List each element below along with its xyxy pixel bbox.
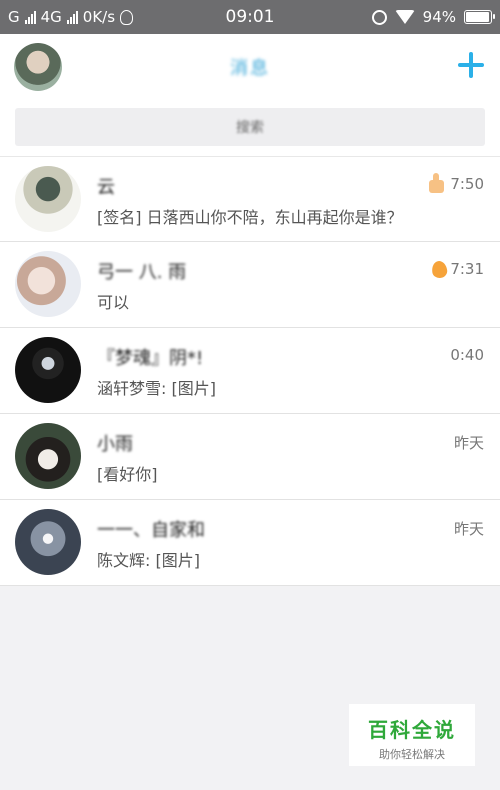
message-time: 昨天	[453, 434, 484, 452]
alarm-icon	[371, 9, 387, 25]
conversation-item[interactable]: 一一、自家和 陈文辉: [图片] 昨天	[0, 500, 500, 586]
message-time: 昨天	[453, 520, 484, 538]
flame-icon	[430, 258, 450, 280]
signal-icon-2	[66, 10, 78, 24]
conversation-item[interactable]: 云 [签名] 日落西山你不陪，东山再起你是谁？ 7:50	[0, 156, 500, 242]
last-message: 陈文辉: [图片]	[97, 551, 200, 570]
message-time: 0:40	[450, 346, 484, 364]
watermark: 百科全说 助你轻松解决	[349, 704, 475, 766]
message-time: 7:31	[450, 260, 484, 278]
avatar[interactable]	[15, 166, 81, 232]
carrier-2: 4G	[40, 8, 62, 26]
search-area: 搜索	[0, 98, 500, 156]
conversation-item[interactable]: 弓一 八. 雨 可以 7:31	[0, 242, 500, 328]
message-time: 7:50	[450, 175, 484, 193]
avatar[interactable]	[15, 509, 81, 575]
contact-name: 『梦魂』阴*!	[97, 348, 204, 369]
contact-name: 一一、自家和	[97, 520, 205, 541]
watermark-title: 百科全说	[368, 718, 456, 742]
thumbs-up-icon	[426, 173, 446, 195]
avatar[interactable]	[15, 337, 81, 403]
conversation-list: 云 [签名] 日落西山你不陪，东山再起你是谁？ 7:50 弓一 八. 雨 可以 …	[0, 156, 500, 586]
qq-icon	[120, 9, 134, 25]
avatar[interactable]	[15, 251, 81, 317]
net-speed: 0K/s	[82, 8, 116, 26]
last-message: 可以	[97, 293, 130, 312]
last-message: [看好你]	[97, 465, 158, 484]
wifi-icon	[394, 10, 415, 24]
page-title: 消息	[230, 58, 270, 79]
battery-percent: 94%	[422, 8, 456, 26]
status-bar: G 4G 0K/s 09:01 94%	[0, 0, 500, 34]
last-message: 涵轩梦雪: [图片]	[97, 379, 216, 398]
status-right: 94%	[371, 0, 495, 34]
signal-icon	[24, 10, 36, 24]
last-message: [签名] 日落西山你不陪，东山再起你是谁？	[97, 208, 403, 227]
plus-icon[interactable]	[456, 50, 486, 80]
contact-name: 小雨	[97, 434, 133, 455]
app-header: 消息	[0, 34, 500, 98]
avatar[interactable]	[15, 423, 81, 489]
conversation-item[interactable]: 小雨 [看好你] 昨天	[0, 414, 500, 500]
contact-name: 云	[97, 177, 115, 198]
battery-icon	[464, 10, 495, 24]
carrier-1: G	[8, 8, 20, 26]
search-placeholder: 搜索	[236, 120, 264, 136]
conversation-item[interactable]: 『梦魂』阴*! 涵轩梦雪: [图片] 0:40	[0, 328, 500, 414]
status-left: G 4G 0K/s	[8, 8, 178, 26]
contact-name: 弓一 八. 雨	[97, 262, 187, 283]
search-input[interactable]: 搜索	[15, 108, 485, 146]
watermark-subtitle: 助你轻松解决	[379, 748, 445, 761]
